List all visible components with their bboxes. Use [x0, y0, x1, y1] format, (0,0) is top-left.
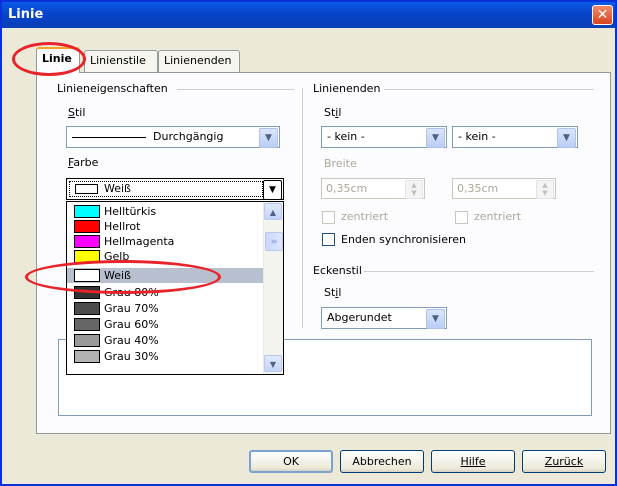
sync-ends-label: Enden synchronisieren [341, 233, 466, 246]
list-item[interactable]: Grau 40% [67, 333, 263, 348]
color-value-swatch [75, 184, 98, 194]
list-item[interactable]: Helltürkis [67, 204, 263, 219]
help-button[interactable]: Hilfe [431, 450, 515, 473]
group-divider [177, 89, 294, 90]
cancel-button[interactable]: Abbrechen [340, 450, 424, 473]
annotation-oval-color [25, 260, 221, 294]
chevron-down-icon[interactable]: ▼ [263, 180, 282, 200]
color-value: Weiß [104, 182, 131, 195]
window-title: Linie [8, 7, 44, 22]
line-properties-group-label: Linieneigenschaften [57, 82, 168, 95]
color-label: Farbe [68, 156, 99, 169]
close-icon: ✕ [596, 7, 609, 23]
color-swatch [74, 235, 100, 248]
line-start-select[interactable]: - kein - ▼ [321, 126, 447, 148]
title-bar[interactable]: Linie ✕ [2, 2, 615, 28]
color-swatch [74, 334, 100, 347]
line-style-preview [72, 137, 146, 138]
spin-arrows-icon[interactable]: ▲ ▼ [536, 180, 554, 199]
group-divider [384, 89, 594, 90]
tab-linienenden[interactable]: Linienenden [158, 50, 240, 72]
color-swatch [74, 205, 100, 218]
group-divider [364, 271, 594, 272]
chevron-down-icon[interactable]: ▼ [264, 355, 282, 372]
end-width-field[interactable]: 0,35cm ▲ ▼ [452, 178, 556, 199]
list-scrollbar[interactable]: ▲ ≡ ▼ [263, 202, 283, 374]
line-style-value: Durchgängig [153, 130, 224, 143]
spin-arrows-icon[interactable]: ▲ ▼ [405, 180, 423, 199]
color-swatch [74, 220, 100, 233]
color-swatch [74, 350, 100, 363]
list-item[interactable]: Hellrot [67, 219, 263, 234]
chevron-down-icon[interactable]: ▼ [259, 128, 278, 148]
color-swatch [74, 302, 100, 315]
corner-style-select[interactable]: Abgerundet ▼ [321, 307, 447, 329]
back-button[interactable]: Zurück [522, 450, 606, 473]
focus-rect [69, 181, 263, 197]
sync-ends-checkbox[interactable] [322, 233, 335, 246]
center-start-checkbox[interactable] [322, 211, 335, 224]
chevron-down-icon[interactable]: ▼ [426, 309, 445, 329]
center-end-label: zentriert [474, 210, 522, 223]
line-color-select[interactable]: Weiß ▼ [66, 178, 284, 200]
ends-style-label: Stil [324, 106, 342, 119]
list-item[interactable]: Grau 70% [67, 301, 263, 316]
list-item[interactable]: Grau 60% [67, 317, 263, 332]
annotation-oval-tab [12, 42, 86, 76]
ok-button[interactable]: OK [249, 450, 333, 473]
chevron-down-icon[interactable]: ▼ [557, 128, 576, 148]
close-button[interactable]: ✕ [592, 5, 613, 25]
list-item[interactable]: Hellmagenta [67, 234, 263, 249]
line-end-select[interactable]: - kein - ▼ [452, 126, 578, 148]
corner-group-label: Eckenstil [313, 264, 362, 277]
width-label: Breite [324, 157, 357, 170]
style-label: Stil [68, 106, 86, 119]
center-start-label: zentriert [341, 210, 389, 223]
start-width-field[interactable]: 0,35cm ▲ ▼ [321, 178, 425, 199]
color-swatch [74, 318, 100, 331]
chevron-up-icon[interactable]: ▲ [264, 203, 282, 220]
corner-style-label: Stil [324, 286, 342, 299]
center-end-checkbox[interactable] [455, 211, 468, 224]
vertical-divider [302, 88, 303, 328]
tab-linienstile[interactable]: Linienstile [84, 50, 158, 72]
line-ends-group-label: Linienenden [313, 82, 381, 95]
list-item[interactable]: Grau 30% [67, 349, 263, 364]
chevron-down-icon[interactable]: ▼ [426, 128, 445, 148]
line-style-select[interactable]: Durchgängig ▼ [66, 126, 280, 148]
scroll-thumb[interactable]: ≡ [265, 232, 283, 251]
